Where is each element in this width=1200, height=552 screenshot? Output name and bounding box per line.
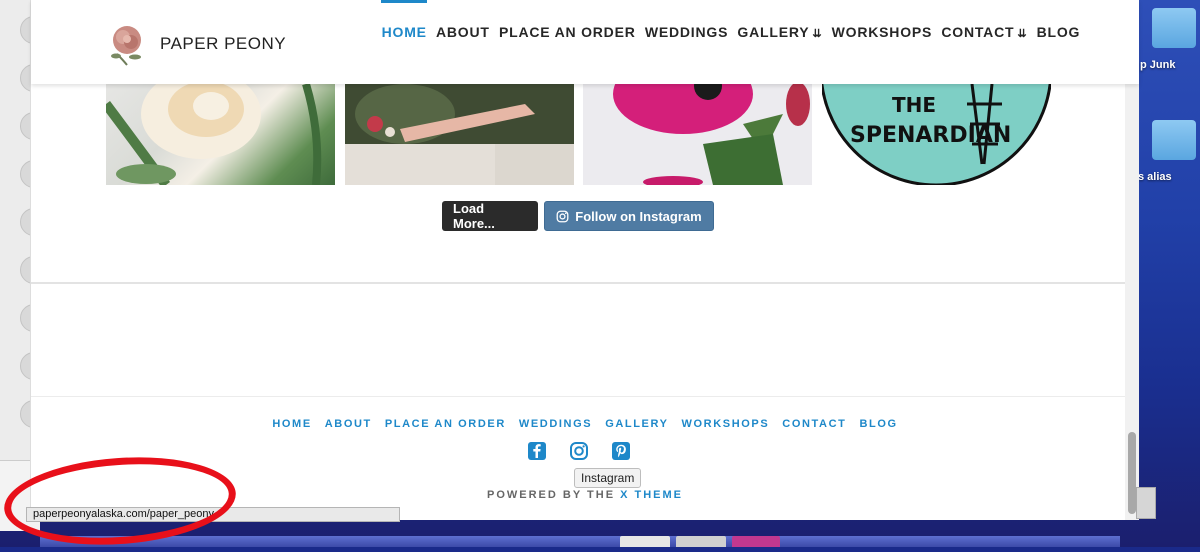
scrollbar-thumb[interactable] <box>1128 432 1136 514</box>
instagram-icon[interactable] <box>569 441 589 461</box>
instagram-photo-spenardian[interactable]: THE SPENARDIAN <box>822 84 1051 185</box>
instagram-photo-arrangement[interactable] <box>345 84 574 185</box>
follow-on-instagram-button[interactable]: Follow on Instagram <box>544 201 714 231</box>
footer-link-weddings[interactable]: WEDDINGS <box>512 418 598 430</box>
nav-about[interactable]: ABOUT <box>431 22 494 42</box>
desktop-item-label: p Junk <box>1140 59 1176 71</box>
footer-link-contact[interactable]: CONTACT <box>776 418 853 430</box>
taskbar <box>40 536 1120 547</box>
social-links <box>527 441 631 461</box>
desktop-item-label: s alias <box>1138 171 1172 183</box>
brand-name[interactable]: PAPER PEONY <box>160 34 286 54</box>
main-nav: HOME ABOUT PLACE AN ORDER WEDDINGS GALLE… <box>377 0 1085 42</box>
nav-place-an-order[interactable]: PLACE AN ORDER <box>494 22 640 42</box>
taskbar-item[interactable] <box>732 536 780 547</box>
folder-icon[interactable] <box>1152 8 1196 48</box>
taskbar-item[interactable] <box>676 536 726 547</box>
instagram-tooltip: Instagram <box>574 468 642 488</box>
chevron-down-icon: ⇊ <box>1017 28 1028 40</box>
section-divider <box>31 282 1139 284</box>
load-more-button[interactable]: Load More... <box>442 201 538 231</box>
nav-blog[interactable]: BLOG <box>1032 22 1085 42</box>
footer-nav: HOME ABOUT PLACE AN ORDER WEDDINGS GALLE… <box>31 418 1139 430</box>
facebook-icon[interactable] <box>527 441 547 461</box>
taskbar-item[interactable] <box>620 536 670 547</box>
footer-link-place-an-order[interactable]: PLACE AN ORDER <box>378 418 512 430</box>
site-header: PAPER PEONY HOME ABOUT PLACE AN ORDER WE… <box>31 0 1139 84</box>
peony-logo[interactable] <box>107 22 147 66</box>
nav-contact[interactable]: CONTACT ⇊ <box>937 22 1032 42</box>
spenardian-text: THE <box>892 93 936 117</box>
nav-workshops[interactable]: WORKSHOPS <box>827 22 937 42</box>
nav-gallery[interactable]: GALLERY ⇊ <box>733 22 827 42</box>
footer-divider <box>31 396 1139 397</box>
footer-link-blog[interactable]: BLOG <box>853 418 904 430</box>
footer-link-gallery[interactable]: GALLERY <box>599 418 675 430</box>
nav-weddings[interactable]: WEDDINGS <box>640 22 733 42</box>
pinterest-icon[interactable] <box>611 441 631 461</box>
footer-link-about[interactable]: ABOUT <box>318 418 378 430</box>
instagram-icon <box>556 210 569 222</box>
nav-home[interactable]: HOME <box>377 0 431 42</box>
instagram-photo-anemone[interactable] <box>583 84 812 185</box>
folder-alias-icon[interactable] <box>1152 120 1196 160</box>
instagram-actions: Load More... Follow on Instagram <box>442 201 714 231</box>
chevron-down-icon: ⇊ <box>812 28 823 40</box>
footer-link-home[interactable]: HOME <box>266 418 318 430</box>
browser-page: PAPER PEONY HOME ABOUT PLACE AN ORDER WE… <box>30 0 1139 520</box>
desktop-window-edge <box>1136 487 1156 519</box>
instagram-photo-flower[interactable] <box>106 84 335 185</box>
x-theme-link[interactable]: X THEME <box>620 489 683 501</box>
footer-link-workshops[interactable]: WORKSHOPS <box>675 418 776 430</box>
